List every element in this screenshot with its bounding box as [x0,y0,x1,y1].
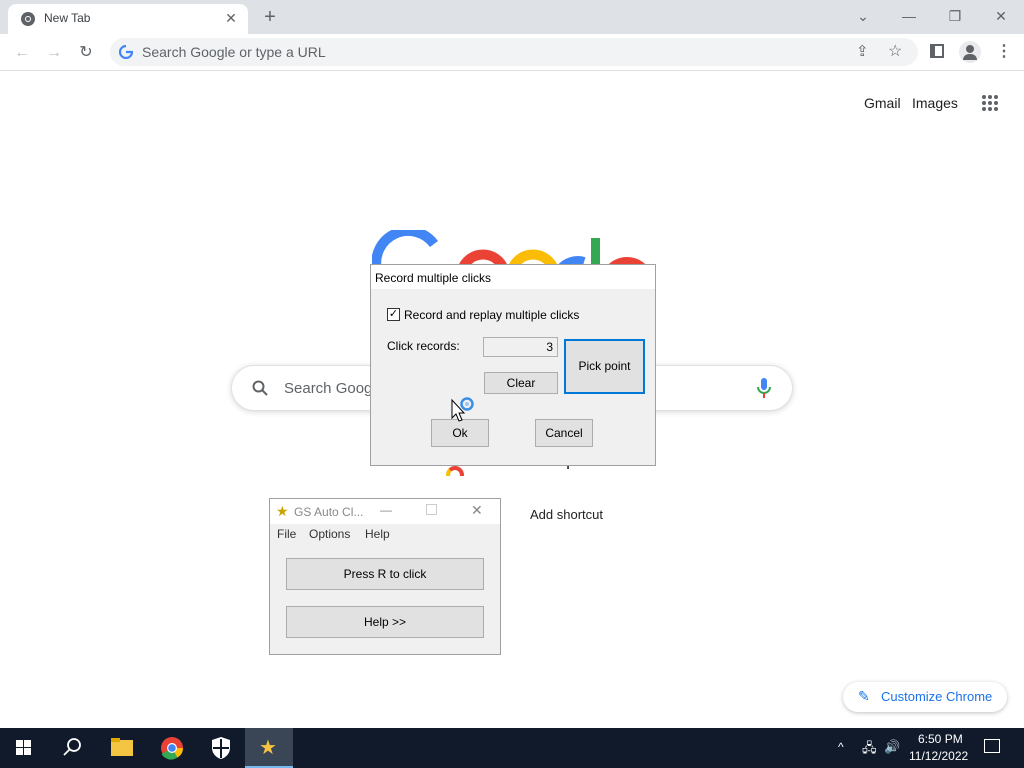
menu-options[interactable]: Options [309,527,350,541]
record-replay-checkbox[interactable]: ✓ [387,308,400,321]
menu-file[interactable]: File [277,527,296,541]
mouse-cursor-busy-icon [451,397,474,422]
record-replay-label[interactable]: Record and replay multiple clicks [404,308,579,322]
autoclicker-titlebar: ★ GS Auto Cl... — ✕ [270,499,500,524]
tab-title: New Tab [44,11,91,25]
clock-date[interactable]: 11/12/2022 [909,749,968,763]
minimize-icon[interactable]: — [887,4,931,28]
windows-start-icon[interactable] [0,728,48,768]
reload-icon[interactable]: ↻ [72,39,100,67]
search-placeholder: Search Goog [284,380,373,397]
menu-icon[interactable]: ⋮ [996,41,1012,63]
pick-point-button[interactable]: Pick point [564,339,645,394]
chrome-icon [21,12,35,26]
profile-avatar[interactable] [959,41,981,63]
cancel-button[interactable]: Cancel [535,419,593,447]
apps-grid-icon[interactable] [981,94,999,112]
notifications-icon[interactable] [984,739,1000,753]
star-app-icon: ★ [276,503,289,519]
bookmark-star-icon[interactable]: ☆ [888,41,902,61]
forward-icon[interactable]: → [40,39,68,67]
new-tab-button[interactable]: + [258,6,282,28]
address-placeholder: Search Google or type a URL [142,44,326,60]
press-r-to-click-button[interactable]: Press R to click [286,558,484,590]
tab-new-tab[interactable]: New Tab ✕ [8,4,248,34]
chrome-taskbar-icon[interactable] [148,728,196,768]
close-window-icon[interactable]: ✕ [979,4,1023,28]
help-expand-button[interactable]: Help >> [286,606,484,638]
gs-auto-clicker-taskbar-item[interactable]: ★ [245,728,293,768]
tab-search-icon[interactable]: ⌄ [841,4,885,28]
google-g-icon [119,45,133,59]
autoclicker-minimize-icon[interactable]: — [380,503,392,517]
clock-time[interactable]: 6:50 PM [918,732,963,746]
clear-button[interactable]: Clear [484,372,558,394]
customize-chrome-button[interactable]: ✎ Customize Chrome [843,682,1007,712]
network-icon[interactable]: 🖧 [862,739,877,761]
click-records-label: Click records: [387,339,460,353]
record-multiple-clicks-dialog: Record multiple clicks ✓ Record and repl… [370,264,656,466]
back-icon[interactable]: ← [8,39,36,67]
show-hidden-icons-chevron[interactable]: ^ [838,740,844,754]
file-explorer-icon[interactable] [98,728,146,768]
close-tab-icon[interactable]: ✕ [222,9,240,27]
menu-help[interactable]: Help [365,527,390,541]
microphone-icon[interactable] [757,378,771,398]
restore-icon[interactable]: ❐ [933,4,977,28]
side-panel-icon[interactable] [930,44,944,58]
share-icon[interactable]: ⇪ [856,42,869,60]
address-bar[interactable]: Search Google or type a URL ⇪ ☆ [110,38,918,66]
pencil-icon: ✎ [858,688,870,704]
star-taskbar-icon: ★ [259,737,277,759]
search-taskbar-icon[interactable] [48,728,96,768]
images-link[interactable]: Images [912,95,958,111]
security-shield-icon[interactable] [197,728,245,768]
customize-chrome-label: Customize Chrome [881,689,993,704]
autoclicker-close-icon[interactable]: ✕ [471,502,483,519]
click-records-field: 3 [483,337,558,357]
gmail-link[interactable]: Gmail [864,95,901,111]
browser-toolbar: ← → ↻ Search Google or type a URL ⇪ ☆ ⋮ [0,34,1024,71]
volume-icon[interactable]: 🔊 [884,739,900,755]
add-shortcut-label[interactable]: Add shortcut [530,507,603,522]
windows-taskbar: ★ ^ 🖧 🔊 6:50 PM 11/12/2022 [0,728,1024,768]
tab-strip: New Tab ✕ + ⌄ — ❐ ✕ [0,0,1024,34]
gs-auto-clicker-window: ★ GS Auto Cl... — ✕ File Options Help Pr… [269,498,501,655]
dialog-title: Record multiple clicks [375,271,492,285]
dialog-titlebar: Record multiple clicks [371,265,655,289]
search-icon [252,380,268,396]
autoclicker-maximize-icon [426,504,437,515]
autoclicker-title: GS Auto Cl... [294,505,364,519]
chrome-webstore-icon [446,466,464,476]
